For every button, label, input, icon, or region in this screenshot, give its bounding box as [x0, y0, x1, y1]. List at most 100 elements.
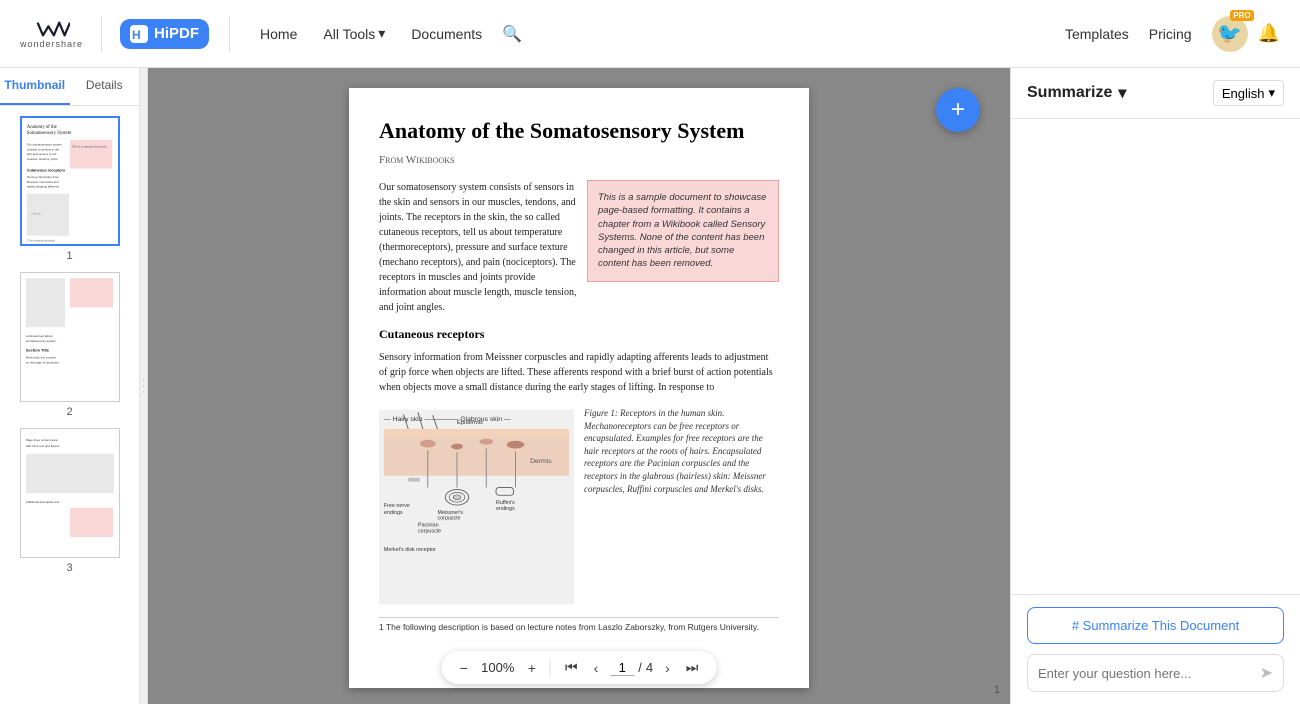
- prev-page-button[interactable]: ‹: [590, 658, 603, 678]
- nav-home[interactable]: Home: [250, 20, 307, 48]
- question-input[interactable]: [1038, 666, 1252, 681]
- doc-figure-image: — Hairy skin ————— Glabrous skin — Epide…: [379, 407, 574, 607]
- tab-thumbnail[interactable]: Thumbnail: [0, 68, 70, 105]
- svg-text:Merkel's disk receptor: Merkel's disk receptor: [384, 547, 436, 553]
- first-page-button[interactable]: ⏮: [561, 657, 582, 678]
- question-input-area: ➤: [1027, 654, 1284, 692]
- sidebar: Thumbnail Details Anatomy of the Somatos…: [0, 68, 140, 704]
- nav-pricing[interactable]: Pricing: [1149, 26, 1192, 42]
- page-divider: /: [638, 660, 642, 675]
- wondershare-label: wondershare: [20, 39, 83, 49]
- doc-title: Anatomy of the Somatosensory System: [379, 118, 779, 144]
- doc-toolbar: − 100% + ⏮ ‹ / 4 › ⏭: [442, 651, 717, 684]
- right-panel-content: [1011, 119, 1300, 594]
- resize-handle[interactable]: · · ·: [140, 68, 148, 704]
- svg-text:Anatomy of the: Anatomy of the: [26, 125, 56, 130]
- summarize-document-button[interactable]: # Summarize This Document: [1027, 607, 1284, 644]
- svg-text:Dermis: Dermis: [530, 458, 552, 465]
- summarize-title-text: Summarize: [1027, 84, 1112, 102]
- nav-alltools[interactable]: All Tools ▾: [313, 19, 395, 48]
- doc-body-text-2: Sensory information from Meissner corpus…: [379, 350, 779, 395]
- svg-text:H: H: [132, 28, 141, 42]
- avatar-icon: 🐦: [1217, 21, 1242, 46]
- language-selector[interactable]: English ▾: [1213, 80, 1284, 106]
- page-info: / 4: [610, 660, 653, 676]
- thumb-frame-2[interactable]: continued text about somatosensory syste…: [20, 272, 120, 402]
- page-total: 4: [646, 660, 653, 675]
- sidebar-tabs: Thumbnail Details: [0, 68, 139, 106]
- svg-text:Epidermis: Epidermis: [457, 420, 483, 426]
- tab-details[interactable]: Details: [70, 68, 140, 105]
- nav-links: Home All Tools ▾ Documents 🔍: [250, 19, 1045, 48]
- avatar-area: 🐦 PRO 🔔: [1212, 16, 1280, 52]
- svg-text:This is a sample document...: This is a sample document...: [71, 144, 108, 148]
- svg-text:Page three content area: Page three content area: [25, 438, 57, 442]
- doc-footnote: 1 The following description is based on …: [379, 617, 779, 632]
- svg-text:1 The following description...: 1 The following description...: [26, 239, 56, 242]
- svg-text:Section Title: Section Title: [25, 348, 49, 353]
- page-number-input[interactable]: [610, 660, 634, 676]
- toolbar-divider-1: [550, 659, 551, 677]
- thumbnail-item-3[interactable]: Page three content area with more text a…: [8, 428, 131, 574]
- notification-bell-icon[interactable]: 🔔: [1258, 23, 1280, 44]
- avatar[interactable]: 🐦 PRO: [1212, 16, 1248, 52]
- thumb-frame-3[interactable]: Page three content area with more text a…: [20, 428, 120, 558]
- doc-figure-caption: Figure 1: Receptors in the human skin. M…: [584, 407, 779, 607]
- zoom-in-button[interactable]: +: [524, 658, 540, 678]
- svg-text:endings: endings: [384, 510, 403, 516]
- doc-figure-area: — Hairy skin ————— Glabrous skin — Epide…: [379, 407, 779, 607]
- svg-text:Somatosensory System: Somatosensory System: [26, 131, 71, 136]
- zoom-level: 100%: [480, 660, 516, 675]
- fab-add-button[interactable]: +: [936, 88, 980, 132]
- svg-text:somatosensory system.: somatosensory system.: [25, 339, 56, 343]
- svg-text:Cutaneous receptors: Cutaneous receptors: [26, 168, 64, 172]
- svg-text:Free nerve: Free nerve: [384, 503, 410, 509]
- summarize-title[interactable]: Summarize ▾: [1027, 83, 1126, 103]
- thumb-number-1: 1: [66, 250, 72, 262]
- svg-text:corpuscle: corpuscle: [438, 516, 461, 522]
- svg-text:Additional descriptive text: Additional descriptive text: [25, 500, 58, 504]
- thumbnail-item-1[interactable]: Anatomy of the Somatosensory System This…: [8, 116, 131, 262]
- svg-text:muscles, tendons, joints.: muscles, tendons, joints.: [26, 157, 58, 161]
- thumb-number-3: 3: [66, 562, 72, 574]
- pro-badge: PRO: [1230, 10, 1253, 21]
- svg-text:consists of sensors in the: consists of sensors in the: [26, 147, 59, 151]
- hipdf-label: HiPDF: [154, 25, 199, 42]
- svg-text:skin and sensors in our: skin and sensors in our: [26, 152, 56, 156]
- last-page-button[interactable]: ⏭: [682, 657, 703, 678]
- svg-text:More body text content: More body text content: [25, 356, 55, 360]
- nav-right: Templates Pricing 🐦 PRO 🔔: [1065, 16, 1280, 52]
- zoom-out-button[interactable]: −: [456, 658, 472, 678]
- right-panel: Summarize ▾ English ▾ # Summarize This D…: [1010, 68, 1300, 704]
- nav-documents[interactable]: Documents: [401, 20, 492, 48]
- language-label: English: [1222, 86, 1265, 101]
- alltools-chevron-icon: ▾: [378, 25, 385, 42]
- doc-note-box: This is a sample document to showcase pa…: [587, 180, 779, 282]
- thumb-number-2: 2: [66, 406, 72, 418]
- svg-text:Meissner corpuscles and: Meissner corpuscles and: [26, 180, 58, 184]
- thumb-frame-1[interactable]: Anatomy of the Somatosensory System This…: [20, 116, 120, 246]
- page-number-label: 1: [994, 684, 1000, 696]
- doc-section-cutaneous: Cutaneous receptors: [379, 327, 779, 342]
- svg-text:rapidly adapting afferents: rapidly adapting afferents: [26, 185, 59, 189]
- svg-text:on this page of document.: on this page of document.: [25, 360, 59, 364]
- hipdf-logo[interactable]: H HiPDF: [120, 19, 209, 49]
- svg-text:endings: endings: [496, 506, 515, 512]
- header: wondershare H HiPDF Home All Tools ▾ Doc…: [0, 0, 1300, 68]
- svg-text:[ figure ]: [ figure ]: [31, 212, 42, 216]
- right-panel-header: Summarize ▾ English ▾: [1011, 68, 1300, 119]
- sidebar-content: Anatomy of the Somatosensory System This…: [0, 106, 139, 704]
- next-page-button[interactable]: ›: [661, 658, 674, 678]
- nav-templates[interactable]: Templates: [1065, 26, 1129, 42]
- svg-text:corpuscle: corpuscle: [418, 528, 441, 534]
- thumbnail-item-2[interactable]: continued text about somatosensory syste…: [8, 272, 131, 418]
- svg-text:Our somatosensory system: Our somatosensory system: [26, 142, 62, 146]
- lang-chevron-icon: ▾: [1268, 85, 1275, 101]
- plus-icon: +: [951, 96, 965, 124]
- send-button[interactable]: ➤: [1260, 663, 1273, 683]
- svg-text:with more text and figures: with more text and figures: [25, 444, 59, 448]
- search-icon[interactable]: 🔍: [502, 24, 522, 44]
- svg-text:Sensory information from: Sensory information from: [26, 175, 59, 179]
- send-icon: ➤: [1260, 663, 1273, 683]
- doc-viewer: + Anatomy of the Somatosensory System Fr…: [148, 68, 1010, 704]
